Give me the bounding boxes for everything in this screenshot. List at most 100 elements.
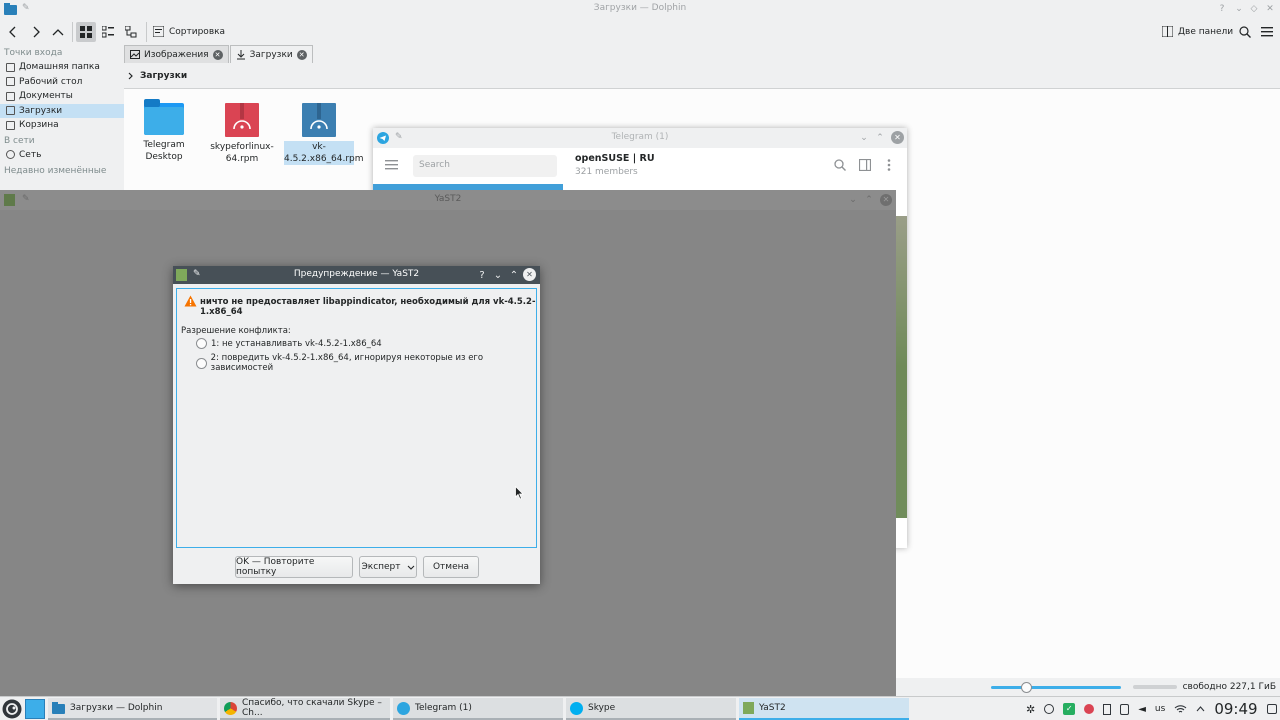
close-tab-icon[interactable]: ✕	[296, 49, 307, 60]
places-item-downloads[interactable]: Загрузки	[0, 103, 124, 118]
tab-downloads[interactable]: Загрузки ✕	[229, 45, 313, 63]
details-view-button[interactable]	[98, 22, 118, 42]
chat-title[interactable]: openSUSE | RU	[575, 153, 655, 164]
forward-button[interactable]	[26, 22, 46, 42]
desktop-pager[interactable]	[25, 699, 45, 719]
sort-button[interactable]: Сортировка	[153, 26, 225, 37]
clock[interactable]: 09:49	[1214, 700, 1257, 718]
zoom-slider-handle[interactable]	[1020, 682, 1032, 693]
dolphin-app-icon	[52, 702, 65, 714]
task-skype[interactable]: Skype	[566, 698, 736, 720]
settings-icon[interactable]: ✲	[1026, 703, 1035, 716]
yast-icon	[743, 702, 754, 714]
chrome-icon	[224, 701, 237, 715]
tree-view-button[interactable]	[121, 22, 141, 42]
show-desktop-icon[interactable]	[1266, 704, 1277, 714]
network-icon	[6, 150, 15, 160]
breadcrumb-current[interactable]: Загрузки	[140, 71, 187, 81]
file-name: vk-4.5.2.x86_64.rpm	[284, 141, 364, 165]
close-icon[interactable]: ✕	[880, 194, 892, 206]
up-button[interactable]	[48, 22, 68, 42]
task-telegram[interactable]: Telegram (1)	[393, 698, 563, 720]
volume-icon[interactable]: ◄	[1138, 704, 1146, 715]
search-button[interactable]	[1235, 22, 1255, 42]
split-view-button[interactable]: Две панели	[1162, 26, 1233, 37]
places-item-label: Домашняя папка	[19, 62, 100, 72]
app-launcher-icon[interactable]	[2, 699, 22, 719]
places-item-label: Корзина	[19, 120, 59, 130]
device-icon[interactable]	[1120, 703, 1130, 715]
places-section-header: Точки входа	[4, 48, 63, 58]
help-icon[interactable]: ?	[475, 268, 489, 282]
places-item-desktop[interactable]: Рабочий стол	[0, 75, 124, 90]
maximize-icon[interactable]: ⌃	[507, 268, 521, 282]
folder-icon	[144, 99, 184, 135]
window-title: YaST2	[434, 194, 462, 204]
clipboard-icon[interactable]	[1103, 703, 1112, 715]
minimize-icon[interactable]: ⌄	[491, 268, 505, 282]
maximize-icon[interactable]: ◇	[1247, 2, 1261, 16]
file-item[interactable]: vk-4.5.2.x86_64.rpm	[284, 103, 364, 165]
chevron-left-icon	[9, 26, 16, 38]
expert-button[interactable]: Эксперт	[359, 556, 417, 578]
search-icon[interactable]	[834, 159, 846, 171]
minimize-icon[interactable]: ⌄	[846, 193, 860, 207]
search-icon	[1239, 26, 1251, 38]
close-icon[interactable]: ✕	[523, 268, 536, 281]
radio-button[interactable]	[196, 338, 207, 349]
sort-label: Сортировка	[169, 26, 226, 37]
list-icon	[102, 26, 114, 38]
download-icon	[6, 106, 15, 116]
resolution-label: Разрешение конфликта:	[181, 326, 291, 336]
resolution-option-1[interactable]: 1: не устанавливать vk-4.5.2-1.x86_64	[196, 338, 382, 349]
tab-images[interactable]: Изображения ✕	[124, 45, 229, 63]
dolphin-titlebar[interactable]: ✎ Загрузки — Dolphin ? ⌄ ◇ ✕	[0, 0, 1280, 18]
places-item-network[interactable]: Сеть	[0, 148, 124, 163]
toolbar-divider	[146, 22, 147, 42]
notification-icon[interactable]	[1084, 704, 1095, 714]
help-icon[interactable]: ?	[1215, 2, 1229, 16]
icons-view-button[interactable]	[76, 22, 96, 42]
search-input[interactable]: Search	[413, 155, 557, 177]
task-chrome[interactable]: Спасибо, что скачали Skype – Ch...	[220, 698, 390, 720]
cancel-button[interactable]: Отмена	[423, 556, 479, 578]
tab-bar: Изображения ✕ Загрузки ✕	[124, 45, 314, 65]
close-tab-icon[interactable]: ✕	[212, 49, 223, 60]
option-label: 2: повредить vk-4.5.2-1.x86_64, игнориру…	[210, 353, 484, 373]
places-item-home[interactable]: Домашняя папка	[0, 60, 124, 75]
close-icon[interactable]: ✕	[1263, 2, 1277, 16]
download-icon	[236, 49, 245, 59]
button-label: Эксперт	[361, 562, 401, 572]
zoom-slider-track	[990, 686, 1121, 689]
updates-icon[interactable]	[1044, 704, 1055, 714]
keyboard-layout[interactable]: us	[1155, 704, 1165, 714]
menu-button[interactable]	[1257, 22, 1277, 42]
radio-button[interactable]	[196, 357, 207, 369]
file-item[interactable]: skypeforlinux-64.rpm	[207, 103, 277, 165]
zoom-slider[interactable]	[990, 682, 1121, 693]
chevron-up-icon	[52, 29, 64, 36]
telegram-titlebar[interactable]: ✎ Telegram (1) ⌄ ⌃ ✕	[373, 128, 907, 148]
resolution-option-2[interactable]: 2: повредить vk-4.5.2-1.x86_64, игнориру…	[196, 353, 536, 373]
places-item-documents[interactable]: Документы	[0, 89, 124, 104]
dialog-titlebar[interactable]: ✎ Предупреждение — YaST2 ? ⌄ ⌃ ✕	[173, 266, 540, 284]
telegram-chat-background	[896, 216, 907, 518]
maximize-icon[interactable]: ⌃	[862, 193, 876, 207]
close-icon[interactable]: ✕	[891, 131, 904, 144]
places-item-trash[interactable]: Корзина	[0, 118, 124, 133]
hamburger-menu-icon[interactable]	[385, 160, 398, 170]
file-item[interactable]: Telegram Desktop	[129, 99, 199, 163]
image-folder-icon	[130, 50, 140, 59]
task-yast[interactable]: YaST2	[739, 698, 909, 720]
sidebar-toggle-icon[interactable]	[859, 159, 871, 171]
yast-titlebar[interactable]: ✎ YaST2 ⌄ ⌃ ✕	[0, 190, 896, 210]
minimize-icon[interactable]: ⌄	[857, 131, 871, 145]
check-icon[interactable]: ✓	[1063, 703, 1076, 715]
task-dolphin[interactable]: Загрузки — Dolphin	[48, 698, 217, 720]
back-button[interactable]	[3, 22, 23, 42]
ok-retry-button[interactable]: OK — Повторите попытку	[235, 556, 353, 578]
maximize-icon[interactable]: ⌃	[873, 131, 887, 145]
more-vertical-icon[interactable]	[887, 159, 891, 171]
minimize-icon[interactable]: ⌄	[1232, 2, 1246, 16]
breadcrumb[interactable]: Загрузки	[124, 66, 1280, 86]
